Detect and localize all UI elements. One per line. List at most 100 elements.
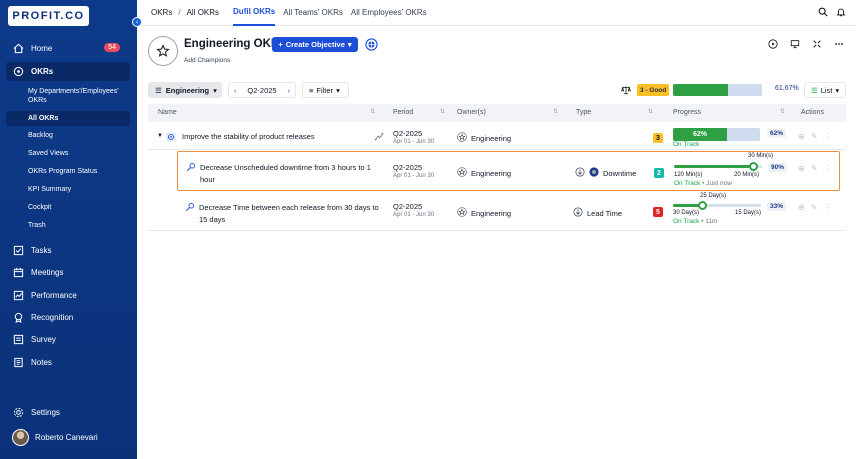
more-vertical-icon[interactable]: ⋮ <box>823 203 831 212</box>
sidebar-item-okrs[interactable]: OKRs <box>6 62 130 81</box>
header-name[interactable]: Name <box>158 109 177 116</box>
breadcrumb-okrs[interactable]: OKRs <box>151 8 172 17</box>
status-text: On Track • Just now <box>674 180 732 187</box>
sort-icon[interactable]: ⇅ <box>370 108 375 115</box>
kr-slider-handle[interactable] <box>748 162 758 171</box>
kr-type: Downtime <box>603 168 637 178</box>
owner-name: Engineering <box>471 168 512 178</box>
chevron-right-icon[interactable]: › <box>288 86 291 95</box>
breadcrumb-all-okrs[interactable]: All OKRs <box>187 8 219 17</box>
filter-button[interactable]: ≡ Filter ▾ <box>302 82 349 98</box>
view-select[interactable]: ☰ List ▾ <box>804 82 846 98</box>
filter-bar: ☰ Engineering ▾ ‹ Q2-2025 › ≡ Filter ▾ 3… <box>148 82 846 98</box>
chevron-left-icon[interactable]: ‹ <box>234 86 237 95</box>
sort-icon[interactable]: ⇅ <box>553 108 558 115</box>
add-icon[interactable]: ⊕ <box>798 132 805 141</box>
sidebar-item-notes[interactable]: Notes <box>6 353 130 372</box>
more-icon[interactable] <box>834 39 844 51</box>
sidebar-item-performance[interactable]: Performance <box>6 286 130 305</box>
key-result-icon <box>186 162 196 174</box>
objective-type-icon <box>166 132 176 144</box>
sidebar-sub-my-departments[interactable]: My Departments'/Employees' OKRs <box>6 87 130 105</box>
chart-line-icon <box>12 290 24 302</box>
tab-all-employees-okrs[interactable]: All Employees' OKRs <box>351 0 427 26</box>
sidebar-item-settings[interactable]: Settings <box>6 403 130 422</box>
edit-icon[interactable]: ✎ <box>811 132 818 141</box>
sidebar-sub-cockpit[interactable]: Cockpit <box>6 203 130 212</box>
header-period[interactable]: Period <box>393 109 413 116</box>
sidebar-sub-program-status[interactable]: OKRs Program Status <box>6 167 130 176</box>
sort-icon[interactable]: ⇅ <box>780 108 785 115</box>
header-owner[interactable]: Owner(s) <box>457 109 486 116</box>
star-icon <box>457 207 467 219</box>
key-result-name[interactable]: Decrease Unscheduled downtime from 3 hou… <box>200 162 385 186</box>
department-select[interactable]: ☰ Engineering ▾ <box>148 82 222 98</box>
add-icon[interactable]: ⊕ <box>798 203 805 212</box>
edit-icon[interactable]: ✎ <box>811 164 818 173</box>
medal-icon <box>12 312 24 324</box>
key-result-row[interactable]: Decrease Time between each release from … <box>148 193 846 231</box>
sidebar-item-label: OKRs <box>31 67 54 76</box>
search-icon[interactable] <box>818 7 828 19</box>
collapse-sidebar-button[interactable]: ‹ <box>132 17 142 27</box>
sidebar-sub-kpi-summary[interactable]: KPI Summary <box>6 185 130 194</box>
sidebar-sub-saved-views[interactable]: Saved Views <box>6 149 130 158</box>
notification-badge: 54 <box>104 43 120 52</box>
sidebar-sub-all-okrs[interactable]: All OKRs <box>6 111 130 126</box>
alignment-icon[interactable] <box>374 132 384 144</box>
expand-caret-icon[interactable]: ▼ <box>157 133 163 139</box>
overall-percent: 61.67% <box>775 85 799 92</box>
top-bar: OKRs / All OKRs Dufil OKRs All Teams' OK… <box>137 0 856 26</box>
objective-star-icon <box>148 36 178 66</box>
add-icon[interactable]: ⊕ <box>798 164 805 173</box>
list-icon: ☰ <box>811 85 818 95</box>
present-icon[interactable] <box>790 39 800 51</box>
objective-row[interactable]: ▼ Improve the stability of product relea… <box>148 123 846 150</box>
more-vertical-icon[interactable]: ⋮ <box>823 164 831 173</box>
objective-name[interactable]: Improve the stability of product release… <box>182 132 315 141</box>
sidebar-item-tasks[interactable]: Tasks <box>6 241 130 260</box>
sidebar-item-home[interactable]: Home 54 <box>6 39 130 58</box>
key-result-icon <box>185 202 195 214</box>
sidebar-item-survey[interactable]: Survey <box>6 330 130 349</box>
sort-icon[interactable]: ⇅ <box>648 108 653 115</box>
play-icon[interactable] <box>768 39 778 51</box>
more-vertical-icon[interactable]: ⋮ <box>823 132 831 141</box>
sidebar-sub-backlog[interactable]: Backlog <box>6 131 130 140</box>
gear-icon <box>12 407 24 419</box>
key-result-name[interactable]: Decrease Time between each release from … <box>199 202 384 226</box>
sidebar-item-meetings[interactable]: Meetings <box>6 263 130 282</box>
period-selector[interactable]: ‹ Q2-2025 › <box>228 82 296 98</box>
create-objective-button[interactable]: + Create Objective ▾ <box>272 37 358 52</box>
user-profile[interactable]: Roberto Canevari <box>12 429 98 446</box>
collapse-arrows-icon[interactable] <box>812 39 822 51</box>
add-champions-link[interactable]: Add Champions <box>184 57 230 64</box>
kr-type: Lead Time <box>587 208 623 218</box>
filter-icon: ≡ <box>309 85 314 95</box>
updated-time: • Just now <box>702 180 732 187</box>
chevron-down-icon: ▾ <box>336 85 340 95</box>
rating-badge: 3 - Good <box>637 84 670 96</box>
current-value: 25 Day(s) <box>700 193 727 199</box>
profit-co-logo: PROFIT.CO <box>8 6 89 26</box>
header-type[interactable]: Type <box>576 109 591 116</box>
period: Q2-2025 <box>393 129 423 138</box>
globe-icon[interactable] <box>365 38 378 51</box>
overall-progress-bar <box>673 84 762 96</box>
key-result-row[interactable]: Decrease Unscheduled downtime from 3 hou… <box>177 151 840 191</box>
sort-icon[interactable]: ⇅ <box>440 108 445 115</box>
target-value: 20 Min(s) <box>734 172 760 178</box>
page-title: Engineering OKRs <box>184 38 286 50</box>
tasks-icon <box>12 245 24 257</box>
header-progress[interactable]: Progress <box>673 109 701 116</box>
view-value: List <box>820 85 833 95</box>
tab-dufil-okrs[interactable]: Dufil OKRs <box>233 0 276 26</box>
percent-badge: 62% <box>767 129 787 138</box>
bell-icon[interactable] <box>836 7 846 19</box>
tab-all-teams-okrs[interactable]: All Teams' OKRs <box>283 0 343 26</box>
objective-progress-fill: 62% <box>673 128 727 141</box>
sidebar-sub-trash[interactable]: Trash <box>6 221 130 230</box>
kr-slider-handle[interactable] <box>697 201 707 210</box>
edit-icon[interactable]: ✎ <box>811 203 818 212</box>
sidebar-item-recognition[interactable]: Recognition <box>6 308 130 327</box>
